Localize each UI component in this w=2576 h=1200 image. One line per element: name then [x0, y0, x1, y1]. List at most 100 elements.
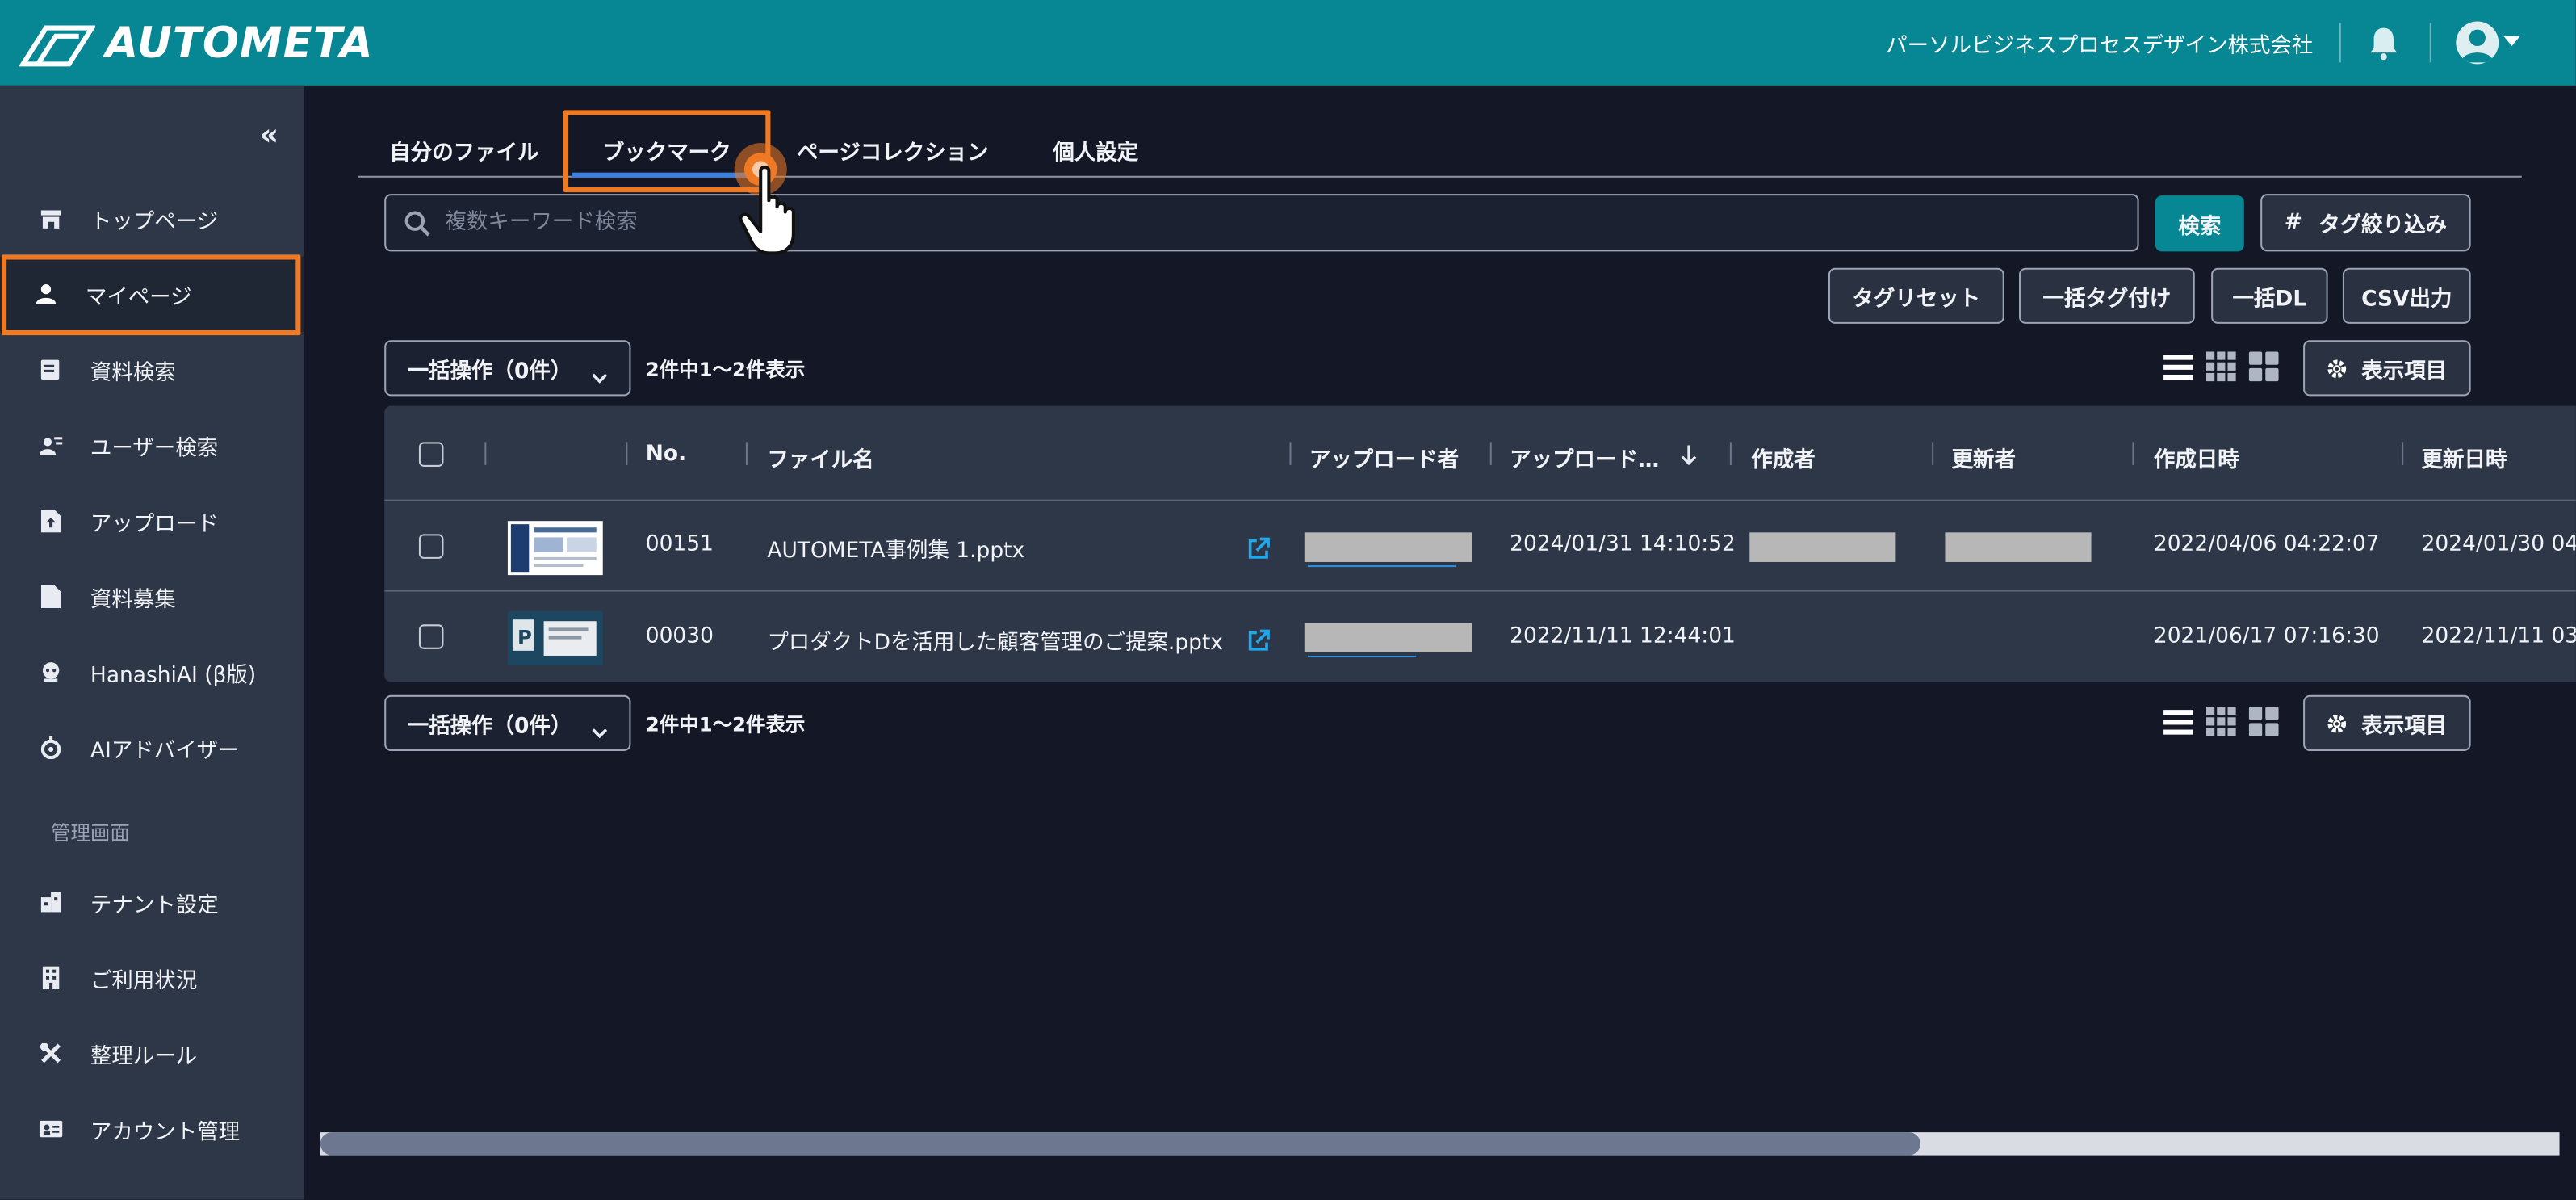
- redacted-updater: [1945, 532, 2092, 562]
- column-header-uploader[interactable]: アップロード者: [1309, 442, 1459, 474]
- column-header-uploaded-at[interactable]: アップロード…: [1510, 442, 1659, 474]
- sidebar-item-hanashiai[interactable]: HanashiAI (β版): [0, 635, 304, 711]
- cell-updated-at: 2024/01/30 04: [2421, 532, 2576, 557]
- sidebar-item-document-request[interactable]: 資料募集: [0, 559, 304, 635]
- tab-personal-settings[interactable]: 個人設定: [1053, 135, 1138, 166]
- sidebar-item-label: ユーザー検索: [90, 436, 219, 461]
- result-count: 2件中1〜2件表示: [645, 358, 806, 382]
- app-window: AUTOMETA パーソルビジネスプロセスデザイン株式会社 « トップページ マ…: [0, 0, 2576, 1200]
- sidebar-item-top-page[interactable]: トップページ: [0, 181, 304, 257]
- display-items-label: 表示項目: [2361, 714, 2448, 739]
- sidebar-item-tenant-settings[interactable]: テナント設定: [0, 864, 304, 940]
- column-header-updater[interactable]: 更新者: [1952, 442, 2016, 474]
- cell-file-name[interactable]: プロダクトDを活用した顧客管理のご提案.pptx: [767, 624, 1223, 656]
- tab-bar: 自分のファイル ブックマーク ページコレクション 個人設定: [358, 119, 2522, 178]
- external-link-icon[interactable]: [1247, 627, 1270, 651]
- admin-section-label: 管理画面: [51, 821, 130, 845]
- bulk-operations-label: 一括操作（0件）: [407, 714, 572, 739]
- search-input[interactable]: [445, 195, 2122, 250]
- column-separator: [1489, 442, 1492, 465]
- cell-no: 00151: [645, 532, 714, 557]
- files-table: No. ファイル名 アップロード者 アップロード… 作成者 更新者 作成日時 更…: [384, 405, 2576, 682]
- chevron-down-icon[interactable]: [2503, 36, 2520, 46]
- cell-no: 00030: [645, 624, 714, 649]
- row-checkbox[interactable]: [418, 624, 444, 649]
- csv-export-button[interactable]: CSV出力: [2342, 267, 2471, 324]
- file-thumbnail[interactable]: P: [507, 611, 603, 666]
- bulk-operations-dropdown-bottom[interactable]: 一括操作（0件）: [384, 694, 631, 751]
- column-separator: [1289, 442, 1292, 465]
- sidebar-item-user-search[interactable]: ユーザー検索: [0, 408, 304, 484]
- select-all-checkbox[interactable]: [418, 442, 444, 467]
- column-header-creator[interactable]: 作成者: [1751, 442, 1815, 474]
- building-icon: [40, 966, 62, 990]
- grid-large-view-icon[interactable]: [2247, 350, 2281, 383]
- sidebar-item-document-search[interactable]: 資料検索: [0, 332, 304, 408]
- column-separator: [1729, 442, 1732, 465]
- grid-small-view-icon[interactable]: [2205, 705, 2238, 738]
- tools-icon: [40, 1042, 62, 1064]
- sidebar-item-label: HanashiAI (β版): [90, 663, 257, 688]
- chevron-down-icon: [592, 360, 608, 392]
- scrollbar-thumb[interactable]: [320, 1132, 1920, 1156]
- redacted-uploader-link[interactable]: [1307, 655, 1417, 658]
- search-icon: [404, 210, 431, 243]
- column-header-created-at[interactable]: 作成日時: [2154, 442, 2239, 474]
- tag-filter-button[interactable]: # タグ絞り込み: [2260, 194, 2471, 252]
- column-header-no[interactable]: No.: [646, 442, 686, 467]
- sidebar-item-ai-advisor[interactable]: AIアドバイザー: [0, 710, 304, 786]
- top-header: AUTOMETA パーソルビジネスプロセスデザイン株式会社: [0, 0, 2576, 86]
- column-header-file-name[interactable]: ファイル名: [767, 442, 873, 474]
- cell-uploaded-at: 2024/01/31 14:10:52: [1510, 532, 1736, 557]
- cell-created-at: 2022/04/06 04:22:07: [2153, 532, 2380, 557]
- display-items-label: 表示項目: [2361, 359, 2448, 384]
- gear-icon: [2327, 358, 2348, 379]
- sidebar-item-label: 資料検索: [90, 360, 176, 386]
- active-tab-indicator: [572, 172, 756, 178]
- view-mode-switcher-bottom: [2162, 705, 2284, 741]
- display-items-button-bottom[interactable]: 表示項目: [2303, 694, 2471, 751]
- bulk-tag-button[interactable]: 一括タグ付け: [2019, 267, 2195, 324]
- column-separator: [2402, 442, 2404, 465]
- display-items-button[interactable]: 表示項目: [2303, 340, 2471, 397]
- company-name: パーソルビジネスプロセスデザイン株式会社: [1886, 34, 2314, 60]
- tab-my-files[interactable]: 自分のファイル: [389, 135, 538, 166]
- gear-icon: [2327, 712, 2348, 733]
- bulk-download-button[interactable]: 一括DL: [2211, 267, 2328, 324]
- tag-reset-button[interactable]: タグリセット: [1828, 267, 2004, 324]
- table-row[interactable]: P 00030 プロダクトDを活用した顧客管理のご提案.pptx 2022/11…: [384, 594, 2576, 682]
- sidebar-item-upload[interactable]: アップロード: [0, 483, 304, 559]
- tag-filter-label: タグ絞り込み: [2318, 213, 2448, 239]
- sidebar-item-my-page[interactable]: マイページ: [0, 256, 304, 333]
- cell-file-name[interactable]: AUTOMETA事例集 1.pptx: [767, 532, 1024, 564]
- sidebar-item-usage[interactable]: ご利用状況: [0, 940, 304, 1016]
- search-button[interactable]: 検索: [2155, 195, 2244, 252]
- robot-icon: [40, 736, 62, 760]
- header-divider: [2339, 23, 2341, 63]
- document-search-icon: [40, 359, 62, 381]
- column-separator: [1932, 442, 1934, 465]
- sidebar-item-label: 資料募集: [90, 587, 176, 613]
- collapse-sidebar-button[interactable]: «: [260, 119, 279, 153]
- autometa-logo[interactable]: AUTOMETA: [16, 19, 373, 69]
- header-divider: [2429, 23, 2431, 63]
- grid-small-view-icon[interactable]: [2205, 350, 2238, 383]
- row-checkbox[interactable]: [418, 534, 444, 559]
- tab-bookmarks[interactable]: ブックマーク: [603, 135, 731, 166]
- grid-large-view-icon[interactable]: [2247, 705, 2281, 738]
- sidebar-item-account-management[interactable]: アカウント管理: [0, 1091, 304, 1167]
- sidebar-item-organize-rules[interactable]: 整理ルール: [0, 1016, 304, 1092]
- list-view-icon[interactable]: [2162, 705, 2195, 738]
- bell-icon[interactable]: [2367, 25, 2400, 68]
- column-separator: [484, 442, 487, 465]
- external-link-icon[interactable]: [1247, 535, 1270, 559]
- redacted-uploader-link[interactable]: [1307, 565, 1456, 568]
- bulk-operations-dropdown[interactable]: 一括操作（0件）: [384, 340, 631, 397]
- sort-descending-icon[interactable]: [1681, 442, 1697, 473]
- user-avatar-icon[interactable]: [2456, 21, 2499, 65]
- horizontal-scrollbar[interactable]: [320, 1132, 2560, 1156]
- file-thumbnail[interactable]: [507, 521, 603, 576]
- column-header-updated-at[interactable]: 更新日時: [2422, 442, 2507, 474]
- table-row[interactable]: 00151 AUTOMETA事例集 1.pptx 2024/01/31 14:1…: [384, 501, 2576, 592]
- list-view-icon[interactable]: [2162, 350, 2195, 383]
